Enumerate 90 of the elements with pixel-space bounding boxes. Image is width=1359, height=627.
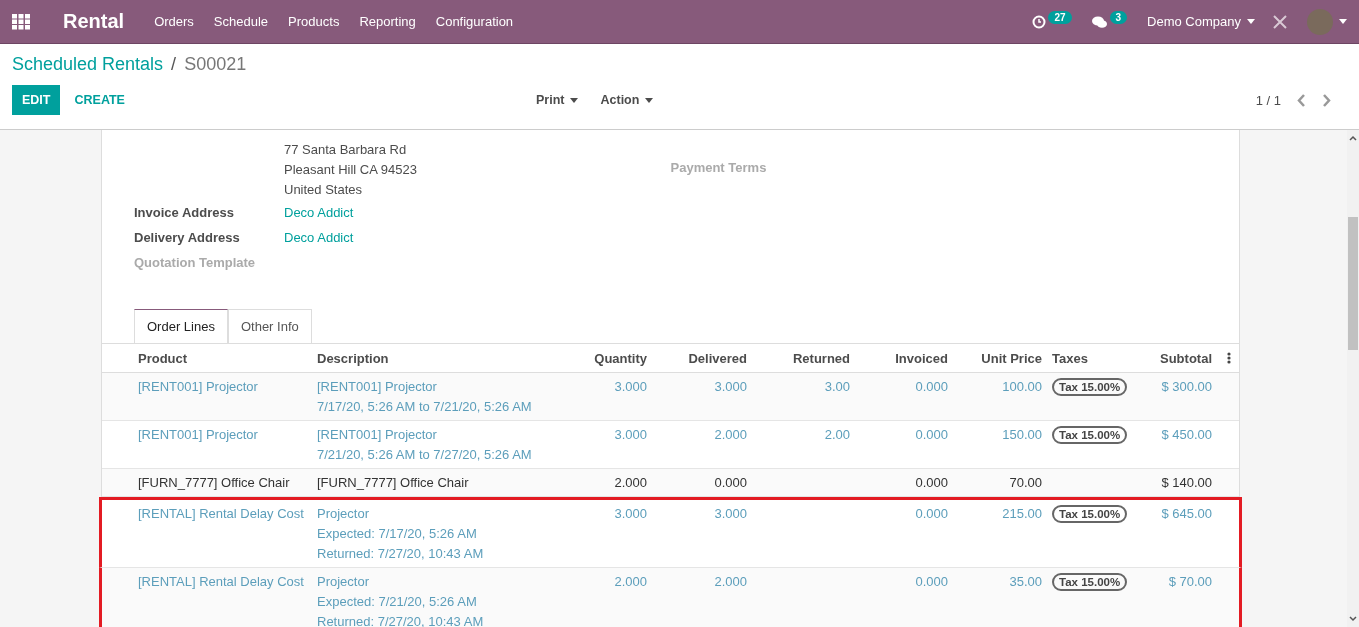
table-cell-text: 2.00 — [823, 426, 851, 444]
tax-tag: Tax 15.00% — [1052, 426, 1128, 444]
description-cell-text: [RENT001] Projector 7/21/20, 5:26 AM to 7/27/20, 5:26 AM — [316, 426, 533, 464]
table-cell-text: $ 70.00 — [1167, 573, 1213, 591]
table-cell-text: 3.000 — [613, 378, 648, 396]
caret-icon — [1247, 19, 1255, 24]
table-cell-text: 150.00 — [1001, 426, 1043, 444]
table-cell-text: 0.000 — [914, 474, 949, 492]
table-cell-text: [RENT001] Projector — [137, 378, 259, 396]
column-header[interactable]: Taxes — [1047, 350, 1137, 366]
table-cell-text: 2.000 — [713, 426, 748, 444]
table-cell-text: $ 300.00 — [1160, 378, 1213, 396]
table-cell-text: 3.000 — [713, 378, 748, 396]
table-cell-text: 2.000 — [613, 474, 648, 492]
table-cell-text: 0.000 — [914, 573, 949, 591]
column-header[interactable]: Subtotal — [1137, 350, 1217, 366]
table-cell-text: 2.000 — [713, 573, 748, 591]
previous-icon[interactable] — [1297, 93, 1306, 107]
table-row[interactable]: [RENT001] Projector [RENT001] Projector 7/17/20, 5:26 AM to 7/21/20, 5:26 AM 3.000 3.000 3.00 0.000 100.00 Tax 15.00% $ 300.00 — [102, 373, 1239, 421]
table-cell-text: 70.00 — [1008, 474, 1043, 492]
field-label: Payment Terms — [670, 160, 768, 175]
table-cell-text: 3.000 — [613, 426, 648, 444]
scroll-down-icon[interactable] — [1349, 616, 1357, 622]
field-label: Delivery Address — [134, 230, 241, 245]
address-line: Pleasant Hill CA 94523 — [284, 161, 418, 179]
breadcrumb-separator: / — [171, 54, 177, 75]
menu-item[interactable]: Reporting — [359, 14, 416, 29]
breadcrumb-current: S00021 — [184, 54, 247, 75]
activity-count-badge: 27 — [1048, 11, 1072, 24]
table-cell-text: [RENT001] Projector — [137, 426, 259, 444]
dropdown-button[interactable]: Action — [596, 89, 658, 111]
column-header[interactable]: Description — [312, 350, 552, 366]
dropdown-button[interactable]: Print — [532, 89, 583, 111]
table-cell-text: 0.000 — [914, 378, 949, 396]
caret-icon — [1339, 19, 1347, 24]
table-cell-text: 215.00 — [1001, 505, 1043, 523]
message-count-badge: 3 — [1109, 11, 1128, 24]
description-cell-text: [FURN_7777] Office Chair — [316, 474, 470, 492]
column-header[interactable]: Quantity — [552, 350, 652, 366]
company-switcher[interactable]: Demo Company — [1147, 14, 1255, 29]
table-cell-text: [RENTAL] Rental Delay Cost — [137, 573, 305, 591]
kebab-menu-icon[interactable] — [1227, 352, 1231, 364]
description-cell-text: Projector Expected: 7/21/20, 5:26 AM Returned: 7/27/20, 10:43 AM — [316, 573, 485, 627]
table-cell-text: 3.000 — [613, 505, 648, 523]
table-cell-text: 2.000 — [613, 573, 648, 591]
scrollbar-thumb[interactable] — [1348, 217, 1358, 350]
table-cell-text: 0.000 — [914, 426, 949, 444]
column-header[interactable]: Delivered — [652, 350, 752, 366]
menu-item[interactable]: Configuration — [435, 14, 514, 29]
column-header[interactable]: Product — [102, 350, 312, 366]
scrollbar[interactable] — [1347, 130, 1359, 627]
address-line: 77 Santa Barbara Rd — [284, 141, 408, 159]
table-cell-text: 0.000 — [914, 505, 949, 523]
caret-icon — [570, 97, 579, 103]
table-row[interactable]: [FURN_7777] Office Chair [FURN_7777] Office Chair 2.000 0.000 0.000 70.00 $ 140.00 — [102, 469, 1239, 497]
table-cell-text: $ 140.00 — [1160, 474, 1213, 492]
description-cell-text: [RENT001] Projector 7/17/20, 5:26 AM to 7/21/20, 5:26 AM — [316, 378, 533, 416]
caret-icon — [645, 97, 654, 103]
apps-menu-icon[interactable] — [12, 13, 30, 30]
table-cell-text: 100.00 — [1001, 378, 1043, 396]
menu-item[interactable]: Orders — [154, 14, 194, 29]
field-label: Invoice Address — [134, 205, 235, 220]
clock-icon[interactable] — [1032, 14, 1047, 29]
highlighted-row[interactable]: [RENTAL] Rental Delay Cost Projector Expected: 7/21/20, 5:26 AM Returned: 7/27/20, 10:43 AM 2.000 2.000 0.000 35.00 Tax 15.00% $ 70.00 — [99, 568, 1242, 627]
pager-value: 1 / 1 — [1255, 92, 1281, 108]
table-cell-text: $ 450.00 — [1160, 426, 1213, 444]
address-line: United States — [284, 181, 364, 199]
tax-tag: Tax 15.00% — [1052, 573, 1128, 591]
table-cell-text: 3.00 — [823, 378, 851, 396]
table-cell-text: 0.000 — [713, 474, 748, 492]
table-cell-text: $ 645.00 — [1160, 505, 1213, 523]
tax-tag: Tax 15.00% — [1052, 378, 1128, 396]
tab[interactable]: Order Lines — [134, 309, 228, 343]
table-cell-text: [RENTAL] Rental Delay Cost — [137, 505, 305, 523]
chat-icon[interactable] — [1091, 14, 1108, 29]
scroll-up-icon[interactable] — [1349, 135, 1357, 141]
column-header[interactable]: Unit Price — [953, 350, 1047, 366]
table-cell-text: [FURN_7777] Office Chair — [137, 474, 291, 492]
field-label: Quotation Template — [134, 255, 257, 270]
table-cell-text: 3.000 — [713, 505, 748, 523]
column-header[interactable]: Invoiced — [855, 350, 953, 366]
tab[interactable]: Other Info — [227, 309, 312, 343]
table-cell-text: 35.00 — [1008, 573, 1043, 591]
menu-item[interactable]: Schedule — [213, 14, 269, 29]
app-title: Rental — [63, 10, 125, 33]
menu-item[interactable]: Products — [288, 14, 340, 29]
tax-tag: Tax 15.00% — [1052, 505, 1128, 523]
column-header[interactable]: Returned — [752, 350, 855, 366]
next-icon[interactable] — [1322, 93, 1331, 107]
description-cell-text: Projector Expected: 7/17/20, 5:26 AM Returned: 7/27/20, 10:43 AM — [316, 505, 485, 563]
